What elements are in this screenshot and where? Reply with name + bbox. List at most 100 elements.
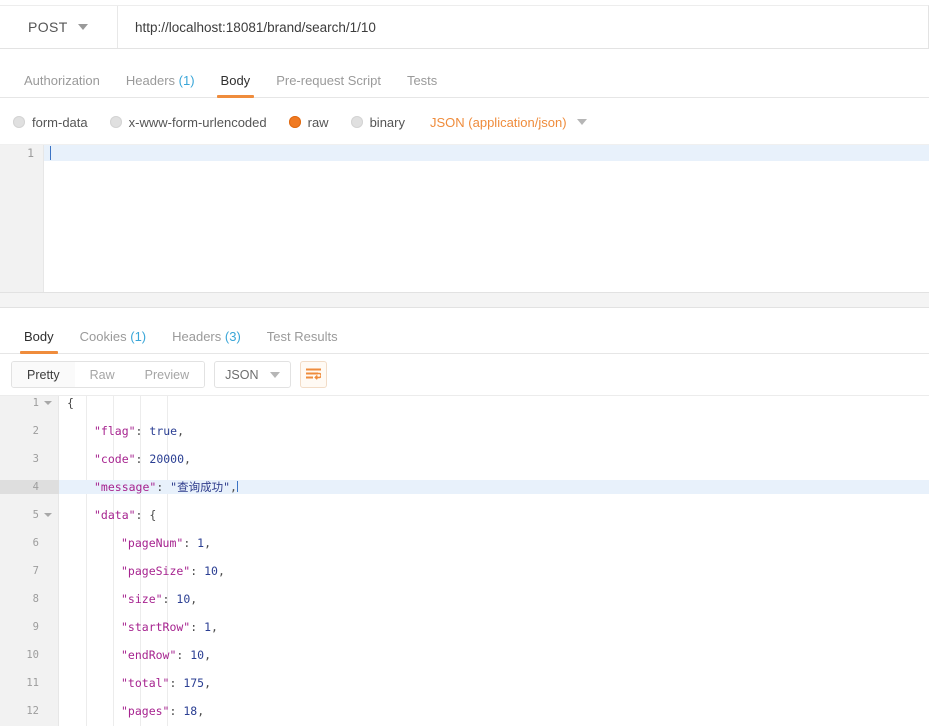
code-line: 1{ [0,396,929,410]
body-type-binary-label: binary [369,114,405,130]
code-token: 10 [190,648,205,662]
response-tab-cookies[interactable]: Cookies (1) [67,329,159,353]
response-tab-headers[interactable]: Headers (3) [159,329,254,353]
code-token: : [169,704,184,718]
pane-splitter[interactable] [0,292,929,308]
view-mode-preview[interactable]: Preview [129,362,205,387]
gutter-cell: 1 [0,396,59,410]
tab-tests[interactable]: Tests [394,73,450,97]
code-line-background [59,424,929,438]
code-line-text: "endRow": 10, [59,648,211,662]
code-line: 11 "total": 175, [0,676,929,690]
body-type-raw-label: raw [307,114,329,130]
code-token: "pageSize" [121,564,191,578]
request-url-input[interactable]: http://localhost:18081/brand/search/1/10 [118,6,928,48]
text-caret [50,146,51,160]
body-type-urlencoded[interactable]: x-www-form-urlencoded [109,115,267,130]
code-token: , [204,648,212,662]
line-number: 2 [32,425,39,437]
response-format-selector[interactable]: JSON [214,361,292,388]
code-token: , [177,424,185,438]
code-line: 3 "code": 20000, [0,452,929,466]
code-token: "size" [121,592,163,606]
code-token: 175 [183,676,205,690]
line-number: 11 [26,677,39,689]
code-line-background [59,508,929,522]
code-token: 18 [183,704,198,718]
code-line-text: "code": 20000, [59,452,191,466]
gutter-cell: 6 [0,536,59,550]
tab-body-label: Body [220,73,251,88]
fold-arrow-icon[interactable] [44,513,52,517]
code-line: 5 "data": { [0,508,929,522]
code-token: , [204,536,212,550]
code-token: : [183,536,198,550]
line-number: 4 [32,481,39,493]
response-body-viewer[interactable]: 1{2 "flag": true, 3 "code": 20000, 4 "message… [0,396,929,726]
code-token: "message" [94,480,157,494]
code-token: 10 [204,564,218,578]
gutter-cell: 7 [0,564,59,578]
body-type-binary[interactable]: binary [350,114,405,130]
tab-pre-request-script[interactable]: Pre-request Script [263,73,394,97]
response-tab-headers-count: (3) [224,329,241,344]
tab-body[interactable]: Body [208,73,264,98]
gutter-cell: 9 [0,620,59,634]
code-token: "pages" [121,704,170,718]
active-line-highlight [44,145,929,161]
code-line: 9 "startRow": 1, [0,620,929,634]
gutter-cell: 11 [0,676,59,690]
response-tab-test-results[interactable]: Test Results [254,329,351,353]
request-url-bar: POST http://localhost:18081/brand/search… [0,5,929,49]
tab-authorization[interactable]: Authorization [11,73,113,97]
code-token: , [184,452,191,466]
code-line-text: "pageNum": 1, [59,536,211,550]
code-token: , [217,564,225,578]
gutter-cell: 10 [0,648,59,662]
code-token: "endRow" [121,648,177,662]
response-view-modes: Pretty Raw Preview [11,361,206,388]
code-token: "startRow" [121,620,191,634]
radio-icon [109,116,122,128]
http-method-label: POST [28,19,68,35]
body-type-form-data-label: form-data [32,114,88,130]
code-token: 1 [204,620,212,634]
line-number: 8 [32,593,39,605]
fold-arrow-icon[interactable] [44,401,52,405]
line-number: 5 [32,509,39,521]
code-line: 2 "flag": true, [0,424,929,438]
view-mode-raw[interactable]: Raw [74,362,130,387]
code-token: true [149,424,178,438]
code-token: , [230,480,237,494]
response-tab-cookies-label: Cookies [79,329,127,344]
code-line-text: { [59,396,74,410]
word-wrap-button[interactable] [300,361,328,388]
request-body-editor[interactable]: 1 [0,144,929,292]
request-editor-gutter: 1 [0,145,44,292]
tab-headers[interactable]: Headers (1) [113,73,208,97]
code-token: : [135,424,150,438]
gutter-cell: 2 [0,424,59,438]
code-line: 8 "size": 10, [0,592,929,606]
body-type-form-data[interactable]: form-data [13,115,88,130]
code-token: : { [135,508,157,522]
content-type-label: JSON (application/json) [430,114,567,130]
code-line-text: "size": 10, [59,592,197,606]
tab-headers-label: Headers [125,73,176,88]
code-token: "查询成功" [170,480,231,494]
code-token: : [162,592,177,606]
code-token: 10 [176,592,191,606]
code-token: , [197,704,205,718]
postman-window: POST http://localhost:18081/brand/search… [0,5,929,726]
chevron-down-icon [270,371,281,378]
body-type-raw[interactable]: raw [288,114,329,130]
view-mode-pretty[interactable]: Pretty [12,362,75,387]
code-token: "data" [94,508,136,522]
content-type-selector[interactable]: JSON (application/json) [430,115,587,130]
code-token: "pageNum" [121,536,184,550]
line-number: 1 [32,397,39,409]
code-line: 10 "endRow": 10, [0,648,929,662]
http-method-selector[interactable]: POST [0,6,118,48]
response-tab-body[interactable]: Body [11,329,67,354]
radio-icon [350,116,363,128]
